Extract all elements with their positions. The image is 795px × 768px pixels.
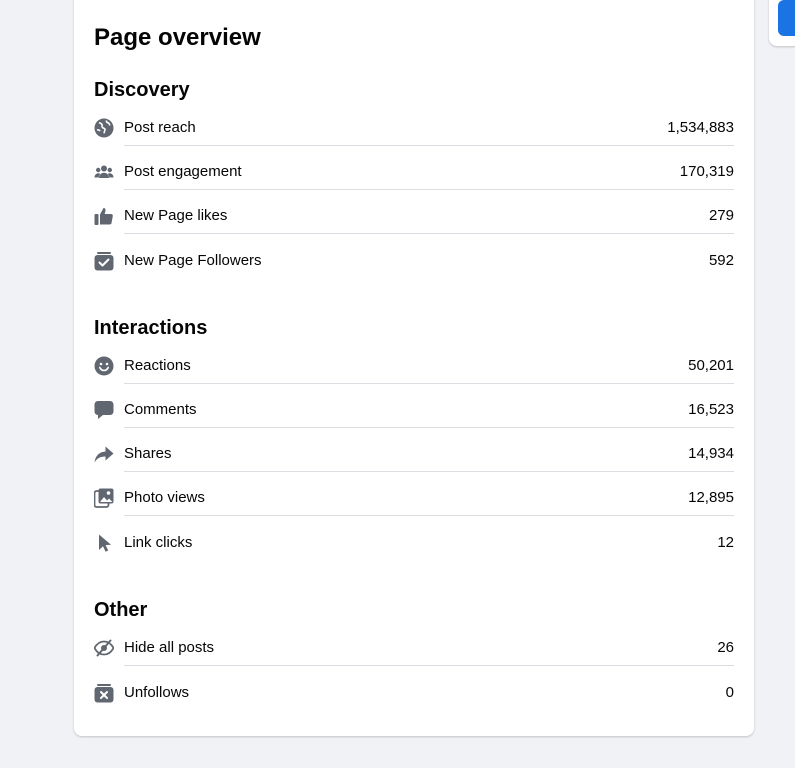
metric-value: 279 (708, 207, 734, 224)
cursor-icon (94, 533, 114, 553)
divider (124, 145, 734, 146)
page-title: Page overview (94, 24, 261, 51)
metric-value: 1,534,883 (667, 119, 734, 136)
metric-value: 12,895 (688, 489, 734, 506)
side-panel (769, 0, 795, 46)
metric-row-post-engagement[interactable]: Post engagement 170,319 (94, 158, 734, 190)
section-title-other: Other (94, 599, 148, 621)
metric-label: New Page likes (124, 207, 228, 224)
comment-icon (94, 400, 114, 420)
metric-row-new-page-likes[interactable]: New Page likes 279 (94, 202, 734, 234)
metric-row-link-clicks[interactable]: Link clicks 12 (94, 529, 734, 559)
divider (124, 383, 734, 384)
metric-row-shares[interactable]: Shares 14,934 (94, 440, 734, 472)
section-title-discovery: Discovery (94, 79, 190, 101)
metric-label: Link clicks (124, 534, 193, 551)
metric-value: 170,319 (679, 163, 734, 180)
globe-icon (94, 118, 114, 138)
share-icon (94, 444, 114, 464)
unfollow-icon (94, 683, 114, 703)
metric-value: 14,934 (688, 445, 734, 462)
thumbs-up-icon (94, 206, 114, 226)
follow-check-icon (94, 251, 114, 271)
metric-value: 0 (725, 684, 734, 701)
side-action-button[interactable] (778, 0, 795, 36)
metric-value: 26 (717, 639, 734, 656)
eye-hidden-icon (94, 638, 114, 658)
section-title-interactions: Interactions (94, 317, 208, 339)
metric-row-comments[interactable]: Comments 16,523 (94, 396, 734, 428)
metric-row-unfollows[interactable]: Unfollows 0 (94, 679, 734, 709)
metric-row-reactions[interactable]: Reactions 50,201 (94, 352, 734, 384)
people-icon (94, 162, 114, 182)
metric-value: 592 (708, 252, 734, 269)
metric-value: 16,523 (688, 401, 734, 418)
divider (124, 427, 734, 428)
metric-row-photo-views[interactable]: Photo views 12,895 (94, 484, 734, 516)
divider (124, 665, 734, 666)
metric-value: 50,201 (688, 357, 734, 374)
metric-label: Post engagement (124, 163, 242, 180)
metric-label: Unfollows (124, 684, 190, 701)
metric-label: Reactions (124, 357, 191, 374)
divider (124, 515, 734, 516)
metric-label: Photo views (124, 489, 205, 506)
metric-label: Comments (124, 401, 197, 418)
metric-label: Post reach (124, 119, 196, 136)
metric-value: 12 (717, 534, 734, 551)
metric-row-hide-all-posts[interactable]: Hide all posts 26 (94, 634, 734, 666)
metric-label: Hide all posts (124, 639, 215, 656)
metric-row-post-reach[interactable]: Post reach 1,534,883 (94, 114, 734, 146)
metric-row-new-page-followers[interactable]: New Page Followers 592 (94, 247, 734, 277)
photos-icon (94, 488, 114, 508)
smiley-icon (94, 356, 114, 376)
page-overview-card: Page overview Discovery Post reach 1,534… (74, 0, 754, 736)
metric-label: Shares (124, 445, 172, 462)
divider (124, 233, 734, 234)
divider (124, 471, 734, 472)
metric-label: New Page Followers (124, 252, 262, 269)
divider (124, 189, 734, 190)
